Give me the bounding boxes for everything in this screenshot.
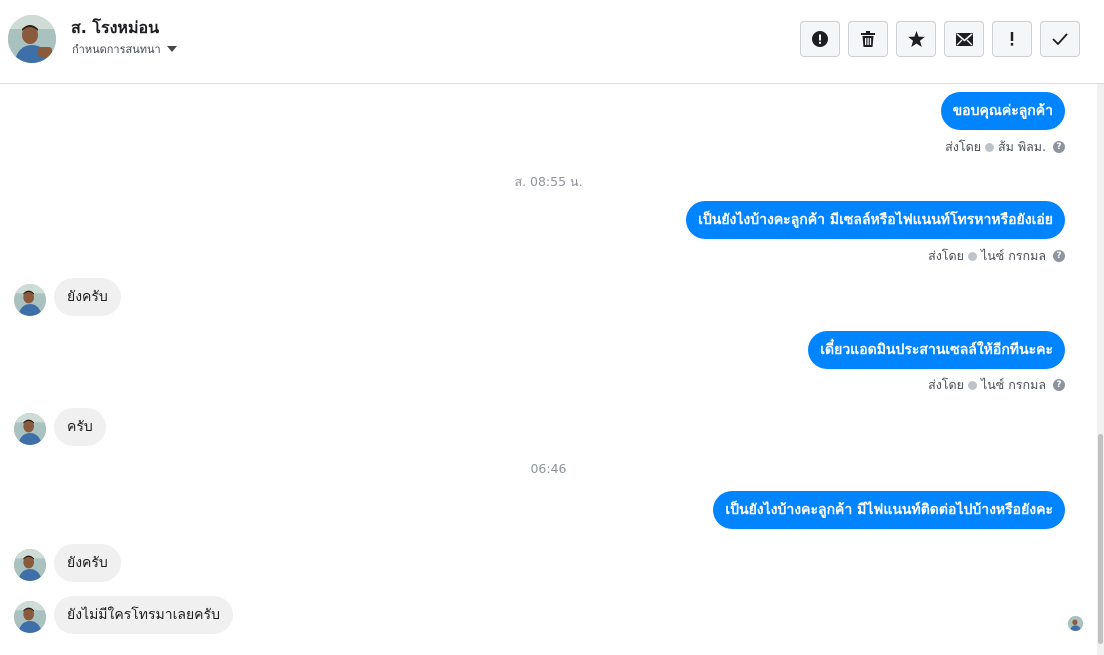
sent-status-icon (967, 380, 977, 390)
mark-spam-button[interactable] (800, 21, 840, 57)
contact-avatar[interactable] (14, 413, 46, 445)
sent-status-icon (967, 251, 977, 261)
assign-conversation-dropdown[interactable]: กำหนดการสนทนา (72, 40, 177, 58)
check-icon (1052, 33, 1068, 45)
sender-name: ไนซ์ กรกมล (980, 377, 1046, 392)
conversation-toolbar (800, 21, 1080, 57)
exclamation-icon (1010, 32, 1014, 46)
contact-avatar[interactable] (8, 15, 56, 63)
message-text: ขอบคุณค่ะลูกค้า (952, 103, 1053, 119)
message-text: เป็นยังไงบ้างคะลูกค้า มีไฟแนนท์ติดต่อไปบ… (725, 502, 1053, 518)
sender-name: ส้ม พิลม. (998, 139, 1046, 154)
scrollbar[interactable] (1097, 84, 1104, 655)
message-text: เป็นยังไงบ้างคะลูกค้า มีเซลล์หรือไฟแนนท์… (698, 212, 1053, 228)
star-icon (907, 31, 925, 47)
sent-status-icon (985, 142, 995, 152)
incoming-message[interactable]: ครับ (54, 408, 106, 446)
mail-icon (955, 32, 973, 46)
meta-prefix: ส่งโดย (928, 377, 964, 392)
mark-done-button[interactable] (1040, 21, 1080, 57)
message-text: ยังครับ (67, 555, 108, 571)
contact-avatar[interactable] (14, 601, 46, 633)
message-text: เดี๋ยวแอดมินประสานเซลล์ให้อีกทีนะคะ (820, 342, 1053, 358)
message-text: ยังไม่มีใครโทรมาเลยครับ (67, 607, 220, 623)
outgoing-message[interactable]: ขอบคุณค่ะลูกค้า (940, 92, 1065, 130)
help-icon[interactable]: ? (1053, 379, 1065, 391)
outgoing-message[interactable]: เป็นยังไงบ้างคะลูกค้า มีเซลล์หรือไฟแนนท์… (686, 201, 1065, 239)
trash-icon (861, 31, 875, 47)
message-sender-meta: ส่งโดย ไนซ์ กรกมล ? (928, 246, 1065, 266)
assign-label: กำหนดการสนทนา (72, 43, 161, 56)
alert-icon (812, 31, 828, 47)
scrollbar-thumb[interactable] (1098, 434, 1103, 644)
timestamp-separator: ส. 08:55 น. (514, 174, 583, 189)
seen-indicator-avatar (1068, 616, 1083, 631)
incoming-message[interactable]: ยังไม่มีใครโทรมาเลยครับ (54, 596, 233, 634)
meta-prefix: ส่งโดย (945, 139, 982, 154)
incoming-message[interactable]: ยังครับ (54, 544, 121, 582)
message-sender-meta: ส่งโดย ไนซ์ กรกมล ? (928, 375, 1065, 395)
caret-down-icon (166, 46, 177, 52)
outgoing-message[interactable]: เป็นยังไงบ้างคะลูกค้า มีไฟแนนท์ติดต่อไปบ… (713, 491, 1065, 529)
outgoing-message[interactable]: เดี๋ยวแอดมินประสานเซลล์ให้อีกทีนะคะ (808, 331, 1065, 369)
incoming-message[interactable]: ยังครับ (54, 278, 121, 316)
mark-unread-button[interactable] (944, 21, 984, 57)
timestamp-separator: 06:46 (530, 461, 567, 476)
message-thread[interactable]: ขอบคุณค่ะลูกค้า ส่งโดย ส้ม พิลม. ? ส. 08… (0, 84, 1104, 655)
help-icon[interactable]: ? (1053, 141, 1065, 153)
messenger-inbox: ส. โรงหม่อน กำหนดการสนทนา ขอบคุณค่ะลูกค้… (0, 0, 1104, 655)
message-text: ครับ (67, 419, 93, 435)
message-sender-meta: ส่งโดย ส้ม พิลม. ? (945, 137, 1065, 157)
sender-name: ไนซ์ กรกมล (980, 248, 1046, 263)
conversation-header: ส. โรงหม่อน กำหนดการสนทนา (0, 0, 1104, 84)
contact-avatar[interactable] (14, 284, 46, 316)
meta-prefix: ส่งโดย (928, 248, 964, 263)
contact-avatar[interactable] (14, 549, 46, 581)
star-button[interactable] (896, 21, 936, 57)
follow-up-button[interactable] (992, 21, 1032, 57)
delete-button[interactable] (848, 21, 888, 57)
message-text: ยังครับ (67, 289, 108, 305)
help-icon[interactable]: ? (1053, 250, 1065, 262)
contact-name[interactable]: ส. โรงหม่อน (71, 16, 159, 41)
